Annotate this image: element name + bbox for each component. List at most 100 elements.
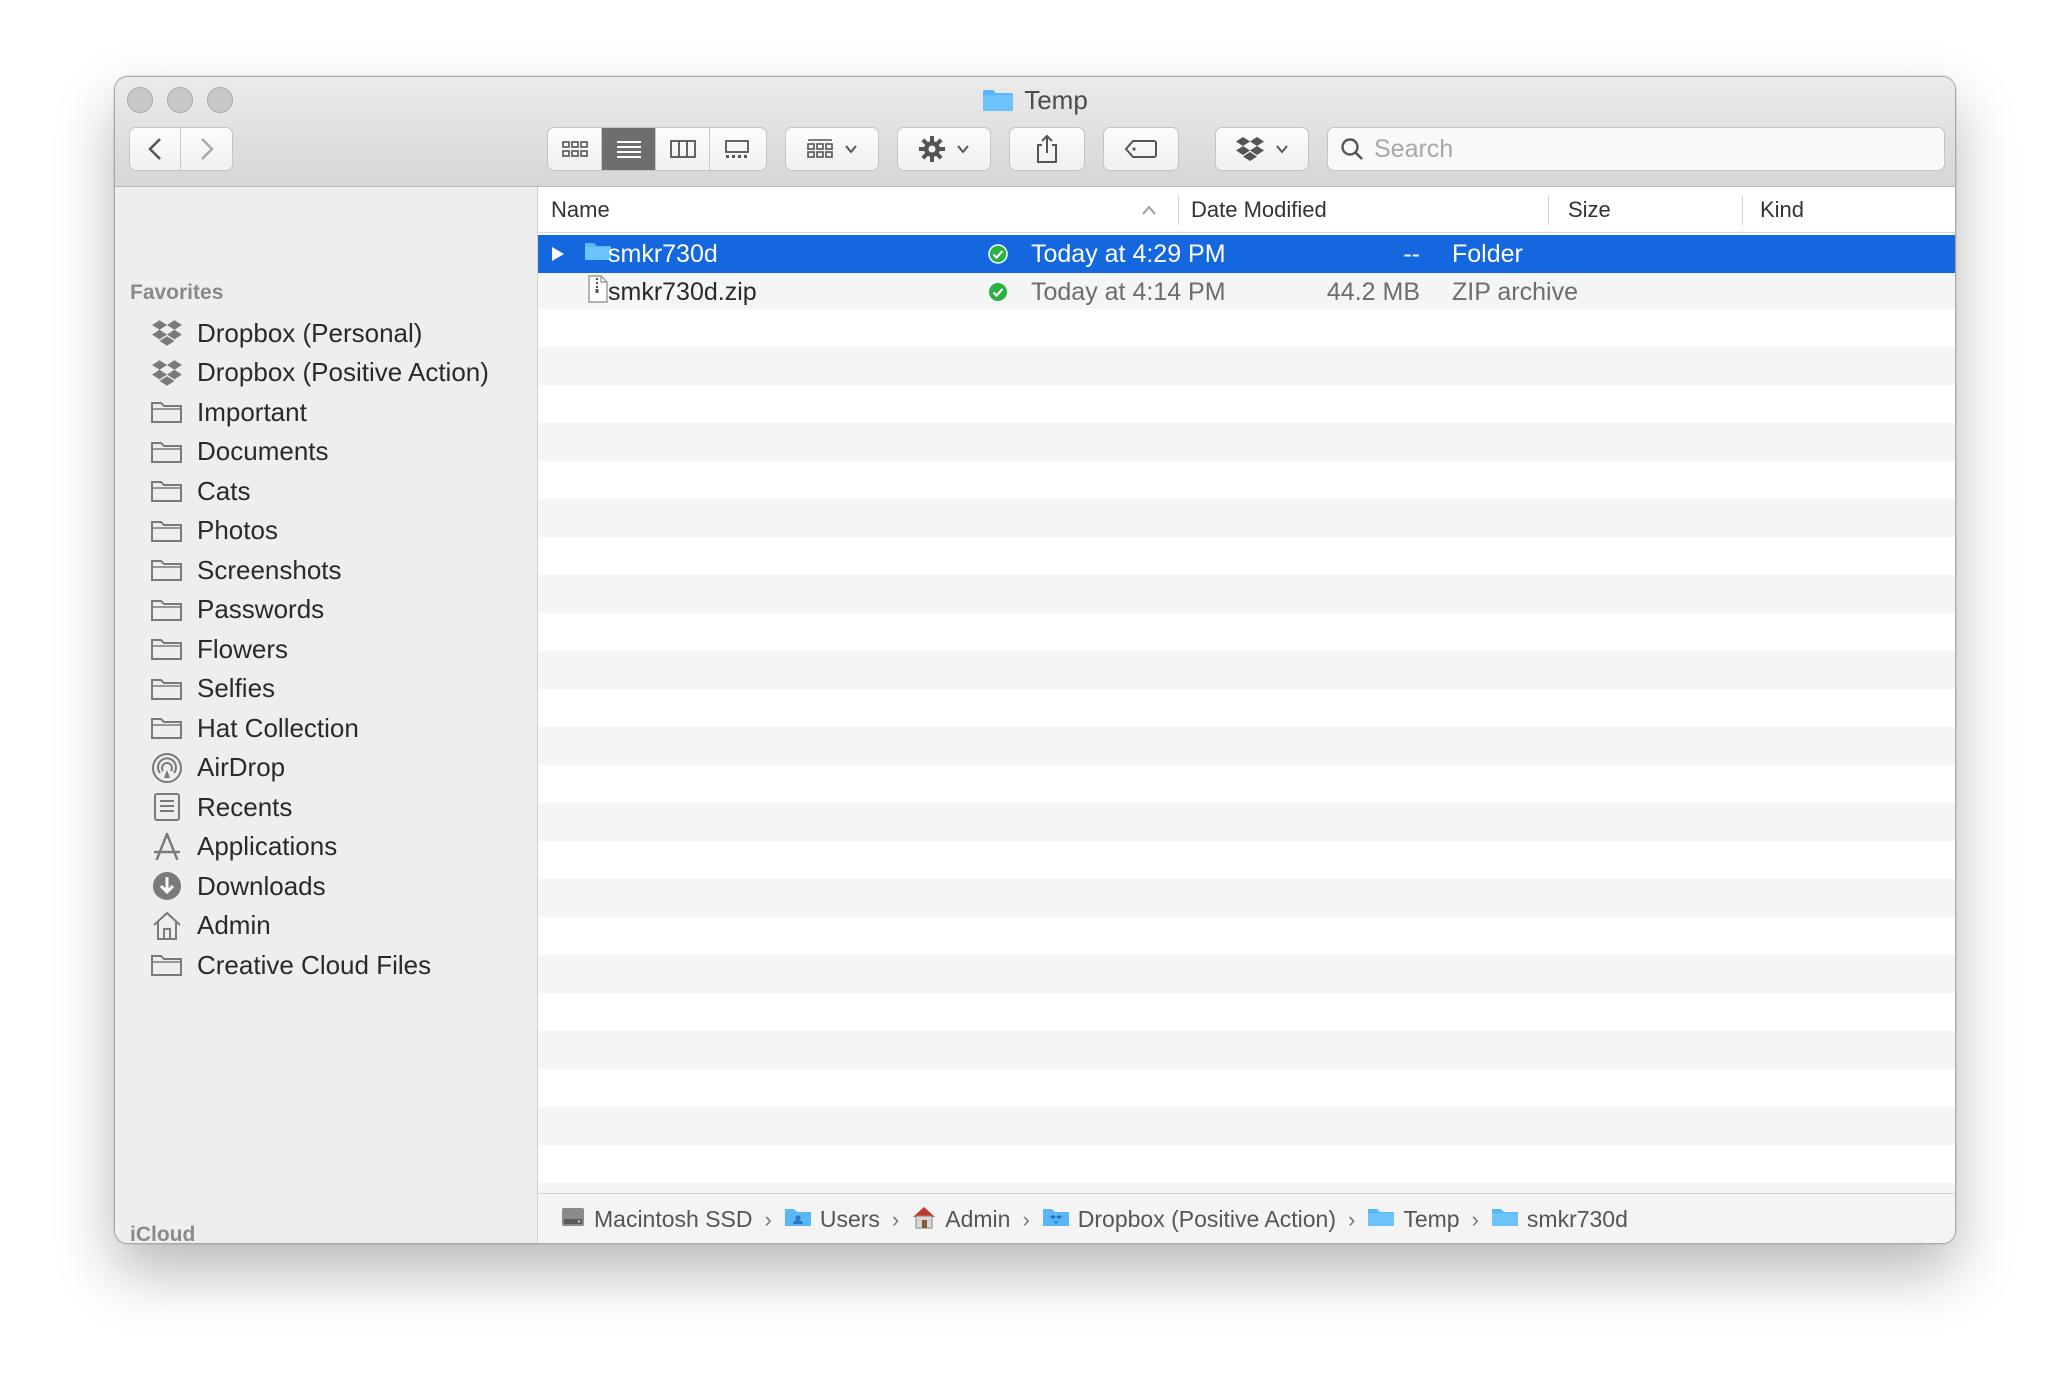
column-header-name-label: Name	[551, 197, 610, 222]
sidebar-item-applications[interactable]: Applications	[149, 827, 337, 867]
path-crumb-admin[interactable]: Admin	[911, 1205, 1010, 1235]
path-crumb-smkr730d[interactable]: smkr730d	[1491, 1206, 1628, 1234]
path-crumb-users[interactable]: Users	[784, 1206, 880, 1234]
disclosure-cell	[550, 235, 570, 273]
window-title-text: Temp	[1024, 84, 1088, 115]
sidebar-item-dropbox-personal[interactable]: Dropbox (Personal)	[149, 313, 422, 353]
sidebar-item-photos[interactable]: Photos	[149, 511, 278, 551]
sidebar-item-label: Important	[197, 396, 307, 427]
share-button[interactable]	[1009, 127, 1085, 171]
path-separator-icon: ›	[1348, 1206, 1356, 1232]
path-crumb-label: Admin	[945, 1206, 1011, 1232]
file-date-modified: Today at 4:29 PM	[1031, 239, 1226, 268]
gallery-view-button[interactable]	[710, 128, 764, 170]
chevron-down-icon	[957, 145, 969, 154]
sidebar-item-passwords[interactable]: Passwords	[149, 590, 324, 630]
path-crumb-label: smkr730d	[1526, 1206, 1628, 1232]
sidebar-item-label: Applications	[197, 831, 338, 861]
folder-icon	[983, 90, 1014, 111]
sort-ascending-icon	[1142, 205, 1156, 215]
chevron-down-icon	[845, 145, 857, 154]
dropbox-menu-button[interactable]	[1215, 127, 1309, 171]
sidebar-item-flowers[interactable]: Flowers	[149, 629, 288, 669]
chevron-right-icon	[200, 138, 214, 160]
sidebar-item-creative-cloud-files[interactable]: Creative Cloud Files	[149, 945, 431, 985]
back-button[interactable]	[130, 128, 182, 170]
row-stripe	[538, 1031, 1955, 1069]
forward-button[interactable]	[181, 128, 232, 170]
disclosure-triangle-icon[interactable]	[550, 245, 566, 263]
row-stripe	[538, 727, 1955, 765]
sidebar-item-recents[interactable]: Recents	[149, 787, 292, 827]
chevron-down-icon	[1276, 145, 1288, 154]
column-header-size[interactable]: Size	[1568, 187, 1728, 233]
folder-icon	[149, 594, 185, 626]
tags-button[interactable]	[1103, 127, 1179, 171]
columns-icon	[669, 140, 696, 158]
sidebar-item-label: Documents	[197, 436, 329, 466]
path-crumb-temp[interactable]: Temp	[1367, 1206, 1460, 1234]
finder-window: Temp Search Favorites Dropbox (Personal)…	[114, 76, 1956, 1244]
dropbox-folder-icon	[1042, 1206, 1070, 1234]
dropbox-icon	[149, 357, 185, 389]
row-stripe	[538, 423, 1955, 461]
path-crumb-macintosh-ssd[interactable]: Macintosh SSD	[560, 1205, 753, 1235]
row-stripe	[538, 803, 1955, 841]
folder-icon	[149, 712, 185, 744]
file-row[interactable]: smkr730d Today at 4:29 PM -- Folder	[538, 235, 1955, 273]
list-icon	[616, 141, 641, 158]
gear-icon	[919, 136, 945, 162]
group-by-button[interactable]	[785, 127, 879, 171]
folder-icon	[149, 396, 185, 428]
folder-icon	[149, 949, 185, 981]
column-header-row: Name Date Modified Size Kind	[538, 187, 1955, 233]
column-header-date-modified[interactable]: Date Modified	[1191, 187, 1531, 233]
sidebar-item-label: Hat Collection	[197, 712, 359, 743]
sidebar-item-label: Flowers	[197, 633, 289, 664]
row-stripe	[538, 955, 1955, 993]
action-menu-button[interactable]	[897, 127, 991, 171]
sidebar-item-cats[interactable]: Cats	[149, 471, 250, 511]
sidebar-item-dropbox-positive-action[interactable]: Dropbox (Positive Action)	[149, 353, 489, 393]
zip-file-icon	[587, 274, 609, 310]
file-name: smkr730d.zip	[608, 277, 757, 306]
column-header-name[interactable]: Name	[551, 187, 1181, 233]
row-stripe	[538, 1107, 1955, 1145]
search-field[interactable]	[1327, 127, 1945, 171]
sidebar-item-downloads[interactable]: Downloads	[149, 866, 326, 906]
column-view-button[interactable]	[656, 128, 710, 170]
folder-icon	[1367, 1206, 1395, 1234]
sidebar-item-important[interactable]: Important	[149, 392, 307, 432]
sidebar-item-label: Dropbox (Personal)	[197, 317, 423, 348]
sync-status-cell	[978, 235, 1018, 273]
sidebar-item-screenshots[interactable]: Screenshots	[149, 550, 342, 590]
sidebar-item-selfies[interactable]: Selfies	[149, 669, 275, 709]
icon-view-button[interactable]	[548, 128, 602, 170]
file-list-pane: Name Date Modified Size Kind smkr730d To…	[538, 187, 1955, 1243]
sidebar-item-documents[interactable]: Documents	[149, 432, 329, 472]
window-title: Temp	[115, 83, 1955, 117]
synced-check-icon	[989, 283, 1007, 301]
file-row[interactable]: smkr730d.zip Today at 4:14 PM 44.2 MB ZI…	[538, 273, 1955, 311]
file-kind: Folder	[1452, 239, 1523, 268]
column-header-size-label: Size	[1568, 197, 1611, 222]
sidebar-item-airdrop[interactable]: AirDrop	[149, 748, 285, 788]
path-crumb-label: Macintosh SSD	[594, 1206, 753, 1232]
hard-drive-icon	[560, 1205, 586, 1235]
sidebar-item-label: Selfies	[197, 673, 276, 703]
airdrop-icon	[149, 752, 185, 784]
sidebar-item-admin[interactable]: Admin	[149, 906, 271, 946]
sidebar-item-label: AirDrop	[197, 752, 286, 782]
sidebar-item-hat-collection[interactable]: Hat Collection	[149, 708, 359, 748]
search-input[interactable]	[1374, 134, 1914, 164]
path-crumb-dropbox-positive-action[interactable]: Dropbox (Positive Action)	[1042, 1206, 1336, 1234]
sidebar-item-label: Screenshots	[197, 554, 342, 585]
sidebar: Favorites Dropbox (Personal) Dropbox (Po…	[115, 187, 538, 1243]
column-header-kind[interactable]: Kind	[1760, 187, 1940, 233]
path-separator-icon: ›	[1022, 1206, 1030, 1232]
tag-icon	[1124, 140, 1157, 158]
dropbox-icon	[1236, 137, 1264, 161]
list-view-button[interactable]	[602, 128, 656, 170]
folder-icon	[149, 673, 185, 705]
row-stripe	[538, 575, 1955, 613]
